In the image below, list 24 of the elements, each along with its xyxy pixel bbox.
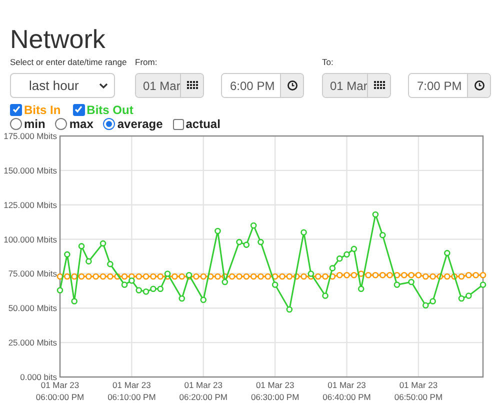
- x-axis-label: 01 Mar 23 06:50:00 PM: [394, 380, 443, 402]
- x-axis-label: 01 Mar 23 06:20:00 PM: [179, 380, 228, 402]
- series-label: Bits Out: [86, 102, 134, 116]
- mode-label: average: [117, 117, 163, 131]
- x-axis-label: 01 Mar 23 06:30:00 PM: [250, 380, 300, 402]
- mode-label: max: [69, 117, 94, 131]
- series-label: Bits In: [24, 102, 61, 116]
- range-label: Select or enter date/time range: [10, 56, 128, 69]
- to-label: To:: [322, 56, 334, 69]
- y-axis-label: 125.000 Mbits: [4, 200, 57, 210]
- mode-label: actual: [186, 117, 220, 131]
- y-axis-label: 75.000 Mbits: [8, 268, 57, 279]
- y-axis-label: 50.000 Mbits: [8, 303, 57, 314]
- y-axis-label: 175.000 Mbits: [4, 131, 57, 141]
- page-title: Network: [10, 28, 106, 50]
- mode-label: min: [24, 117, 46, 131]
- x-axis-label: 01 Mar 23 06:00:00 PM: [36, 380, 84, 402]
- x-axis-label: 01 Mar 23 06:40:00 PM: [322, 380, 371, 402]
- y-axis-label: 100.000 Mbits: [4, 234, 57, 244]
- y-axis-label: 25.000 Mbits: [8, 338, 57, 348]
- x-axis-label: 01 Mar 23 06:10:00 PM: [108, 380, 156, 402]
- from-label: From:: [135, 56, 158, 69]
- y-axis-label: 150.000 Mbits: [4, 165, 57, 176]
- y-axis-label: 0.000 bits: [20, 372, 57, 382]
